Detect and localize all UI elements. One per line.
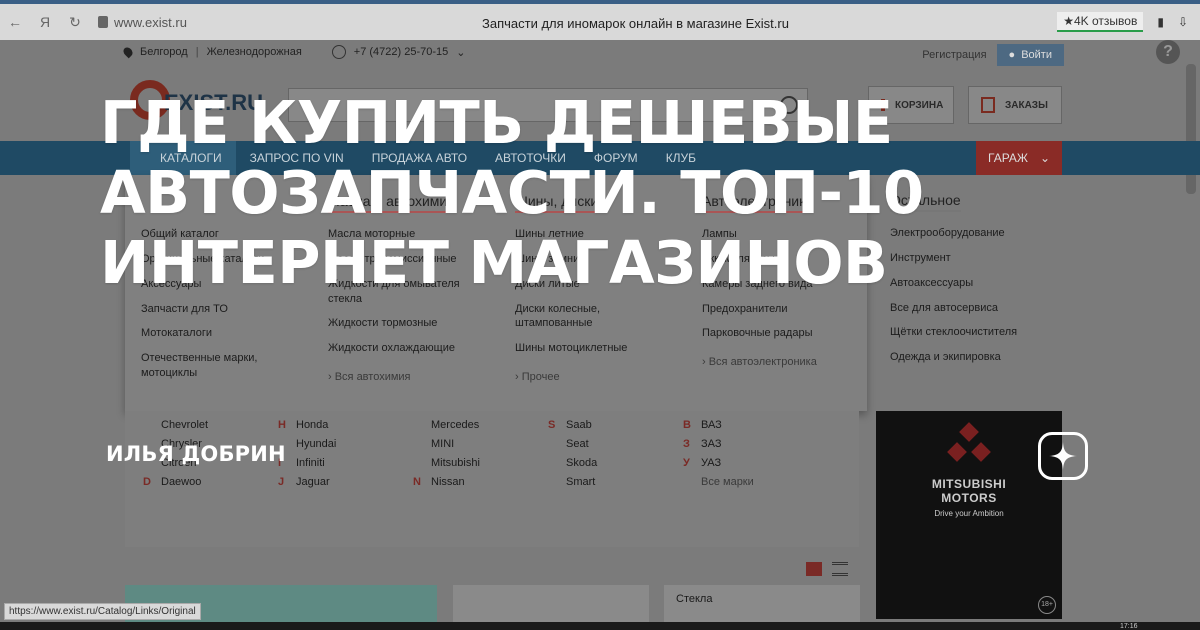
brand-link[interactable]: Seat — [548, 438, 597, 457]
mitsubishi-logo-icon — [947, 422, 991, 465]
download-icon[interactable]: ⇩ — [1178, 15, 1188, 29]
bookmark-icon[interactable]: ▮ — [1157, 15, 1164, 29]
brand-link[interactable]: У УАЗ — [683, 457, 754, 476]
brands-col: Mercedes MINI Mitsubishi N Nissan — [413, 419, 480, 495]
yandex-icon[interactable]: Я — [30, 14, 60, 30]
brands-col: S Saab Seat Skoda Smart — [548, 419, 597, 495]
brand-link[interactable]: J Jaguar — [278, 476, 336, 495]
dropdown-link[interactable]: Парковочные радары — [702, 326, 852, 341]
dropdown-link[interactable]: Отечественные марки, мотоциклы — [141, 351, 291, 381]
dropdown-link[interactable]: Жидкости охлаждающие — [328, 341, 478, 356]
category-label: Стекла — [676, 593, 713, 605]
city-link[interactable]: Белгород — [140, 46, 188, 58]
status-bar-url: https://www.exist.ru/Catalog/Links/Origi… — [4, 603, 201, 620]
list-view-icon[interactable] — [832, 562, 848, 576]
register-link[interactable]: Регистрация — [922, 49, 986, 61]
dropdown-link[interactable]: Предохранители — [702, 302, 852, 317]
brand-link[interactable]: З ЗАЗ — [683, 438, 754, 457]
user-icon: ● — [1008, 49, 1016, 61]
brand-link[interactable]: Skoda — [548, 457, 597, 476]
divider: | — [195, 46, 199, 58]
page-title: Запчасти для иномарок онлайн в магазине … — [482, 16, 789, 31]
author-name: ИЛЬЯ ДОБРИН — [106, 442, 286, 466]
site-topline: Белгород | Железнодорожная +7 (4722) 25-… — [121, 40, 1064, 66]
brands-col: В ВАЗ З ЗАЗ У УАЗ Все марки — [683, 419, 754, 495]
login-button[interactable]: ● Войти — [996, 44, 1064, 66]
dropdown-link[interactable]: Диски колесные, штампованные — [515, 302, 665, 332]
dropdown-link[interactable]: Все для автосервиса — [890, 301, 1050, 316]
back-icon[interactable]: ← — [0, 14, 30, 30]
lock-icon — [98, 16, 108, 28]
reload-icon[interactable]: ↻ — [60, 14, 90, 31]
os-taskbar — [0, 622, 1200, 630]
address-bar[interactable]: www.exist.ru — [98, 15, 187, 30]
address-text: www.exist.ru — [114, 14, 187, 30]
age-badge: 18+ — [1038, 596, 1056, 614]
brands-list: Chevrolet Chrysler Citroen D Daewoo H Hond… — [125, 411, 859, 547]
phone-icon — [331, 45, 346, 59]
location-pin-icon — [121, 45, 135, 59]
browser-toolbar: ← Я ↻ www.exist.ru Запчасти для иномарок… — [0, 0, 1200, 40]
dropdown-more-link[interactable]: › Прочее — [515, 370, 665, 385]
reviews-badge[interactable]: ★4K отзывов — [1057, 12, 1144, 32]
mitsubishi-ad[interactable]: MITSUBISHI MOTORS Drive your Ambition — [876, 411, 1062, 619]
article-headline: ГДЕ КУПИТЬ ДЕШЕВЫЕ АВТОЗАПЧАСТИ. ТОП-10 … — [100, 88, 924, 297]
ad-brand: MITSUBISHI MOTORS — [931, 477, 1007, 506]
grid-view-icon[interactable] — [806, 562, 822, 576]
brand-link[interactable]: I Infiniti — [278, 457, 336, 476]
orders-icon — [981, 97, 995, 113]
orders-label: ЗАКАЗЫ — [1005, 99, 1048, 111]
brand-link[interactable]: Mitsubishi — [413, 457, 480, 476]
orders-button[interactable]: ЗАКАЗЫ — [968, 86, 1062, 124]
brand-link[interactable]: Hyundai — [278, 438, 336, 457]
garage-button[interactable]: ГАРАЖ ⌄ — [976, 141, 1062, 175]
brand-link[interactable]: MINI — [413, 438, 480, 457]
brand-link[interactable]: Smart — [548, 476, 597, 495]
chevron-down-icon[interactable]: ⌄ — [456, 46, 465, 59]
chevron-down-icon: ⌄ — [1039, 151, 1050, 165]
clock: 17:16 — [1120, 623, 1138, 630]
dropdown-link[interactable]: Щётки стеклоочистителя — [890, 325, 1050, 340]
dropdown-link[interactable]: Запчасти для ТО — [141, 302, 291, 317]
brand-link[interactable]: D Daewoo — [143, 476, 208, 495]
dropdown-more-link[interactable]: › Вся автохимия — [328, 370, 478, 385]
brand-link[interactable]: Mercedes — [413, 419, 480, 438]
brand-link[interactable]: Все марки — [683, 476, 754, 495]
brand-link[interactable]: H Honda — [278, 419, 336, 438]
district-link[interactable]: Железнодорожная — [207, 46, 302, 58]
brand-link[interactable]: В ВАЗ — [683, 419, 754, 438]
ad-tagline: Drive your Ambition — [934, 508, 1004, 518]
dropdown-link[interactable]: Одежда и экипировка — [890, 350, 1050, 365]
view-toggle — [806, 562, 848, 576]
phone-number[interactable]: +7 (4722) 25-70-15 — [354, 46, 448, 58]
brand-link[interactable]: S Saab — [548, 419, 597, 438]
brand-link[interactable]: Chevrolet — [143, 419, 208, 438]
dropdown-link[interactable]: Шины мотоциклетные — [515, 341, 665, 356]
zen-star-icon — [1038, 432, 1088, 480]
help-button[interactable]: ? — [1156, 40, 1180, 64]
brands-col: H Honda Hyundai I Infiniti J Jaguar — [278, 419, 336, 495]
brand-link[interactable]: N Nissan — [413, 476, 480, 495]
login-label: Войти — [1021, 49, 1052, 61]
garage-label: ГАРАЖ — [988, 151, 1028, 165]
dropdown-more-link[interactable]: › Вся автоэлектроника — [702, 355, 852, 370]
dropdown-link[interactable]: Жидкости тормозные — [328, 316, 478, 331]
dropdown-link[interactable]: Мотокаталоги — [141, 326, 291, 341]
